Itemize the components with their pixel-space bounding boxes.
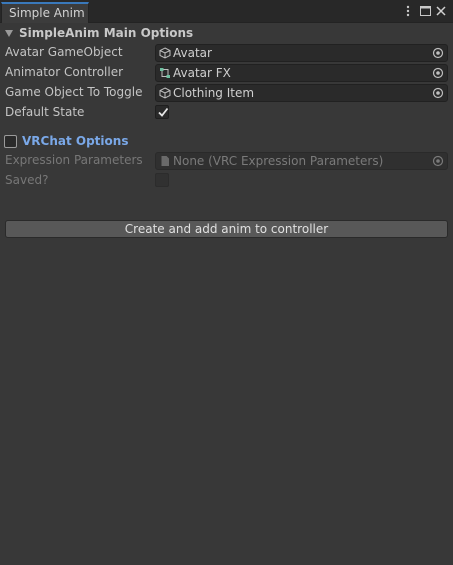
object-picker-icon[interactable]	[432, 67, 444, 79]
expression-parameters-value: None (VRC Expression Parameters)	[173, 154, 384, 168]
gameobject-toggle-row: Game Object To Toggle Clothing Item	[0, 84, 453, 102]
animator-controller-icon	[160, 68, 170, 78]
expression-parameters-label: Expression Parameters	[5, 153, 143, 167]
avatar-gameobject-label: Avatar GameObject	[5, 45, 123, 59]
create-anim-button[interactable]: Create and add anim to controller	[5, 220, 448, 238]
vrchat-options-checkbox[interactable]	[4, 134, 17, 148]
default-state-checkbox[interactable]	[155, 105, 169, 119]
scriptable-object-icon	[161, 156, 169, 166]
close-icon[interactable]	[434, 3, 448, 19]
tab-simple-anim[interactable]: Simple Anim	[1, 2, 89, 23]
default-state-label: Default State	[5, 105, 85, 119]
gameobject-toggle-field[interactable]: Clothing Item	[155, 84, 448, 102]
foldout-arrow-icon	[5, 29, 13, 37]
gameobject-toggle-value: Clothing Item	[173, 86, 255, 100]
avatar-gameobject-row: Avatar GameObject Avatar	[0, 44, 453, 62]
avatar-gameobject-value: Avatar	[173, 46, 212, 60]
object-picker-icon[interactable]	[432, 87, 444, 99]
avatar-gameobject-field[interactable]: Avatar	[155, 44, 448, 62]
default-state-row: Default State	[0, 104, 453, 122]
gameobject-icon	[159, 47, 171, 59]
checkmark-icon	[158, 107, 169, 117]
vrchat-options-toggle[interactable]: VRChat Options	[4, 133, 128, 149]
animator-controller-value: Avatar FX	[173, 66, 231, 80]
saved-label: Saved?	[5, 173, 49, 187]
main-options-foldout[interactable]: SimpleAnim Main Options	[4, 25, 193, 41]
animator-controller-row: Animator Controller Avatar FX	[0, 64, 453, 82]
tab-bar: Simple Anim	[0, 0, 453, 23]
animator-controller-label: Animator Controller	[5, 65, 124, 79]
vrchat-options-title: VRChat Options	[22, 134, 129, 148]
expression-parameters-row: Expression Parameters None (VRC Expressi…	[0, 152, 453, 170]
object-picker-icon	[432, 155, 444, 167]
gameobject-icon	[159, 87, 171, 99]
maximize-icon[interactable]	[418, 3, 432, 19]
kebab-menu-icon[interactable]	[403, 3, 413, 19]
main-options-title: SimpleAnim Main Options	[19, 26, 194, 40]
animator-controller-field[interactable]: Avatar FX	[155, 64, 448, 82]
gameobject-toggle-label: Game Object To Toggle	[5, 85, 143, 99]
expression-parameters-field: None (VRC Expression Parameters)	[155, 152, 448, 170]
saved-row: Saved?	[0, 172, 453, 190]
saved-checkbox	[155, 173, 169, 187]
object-picker-icon[interactable]	[432, 47, 444, 59]
simple-anim-window: Simple Anim SimpleAnim Main Options Avat…	[0, 0, 453, 565]
tab-title: Simple Anim	[9, 6, 85, 20]
